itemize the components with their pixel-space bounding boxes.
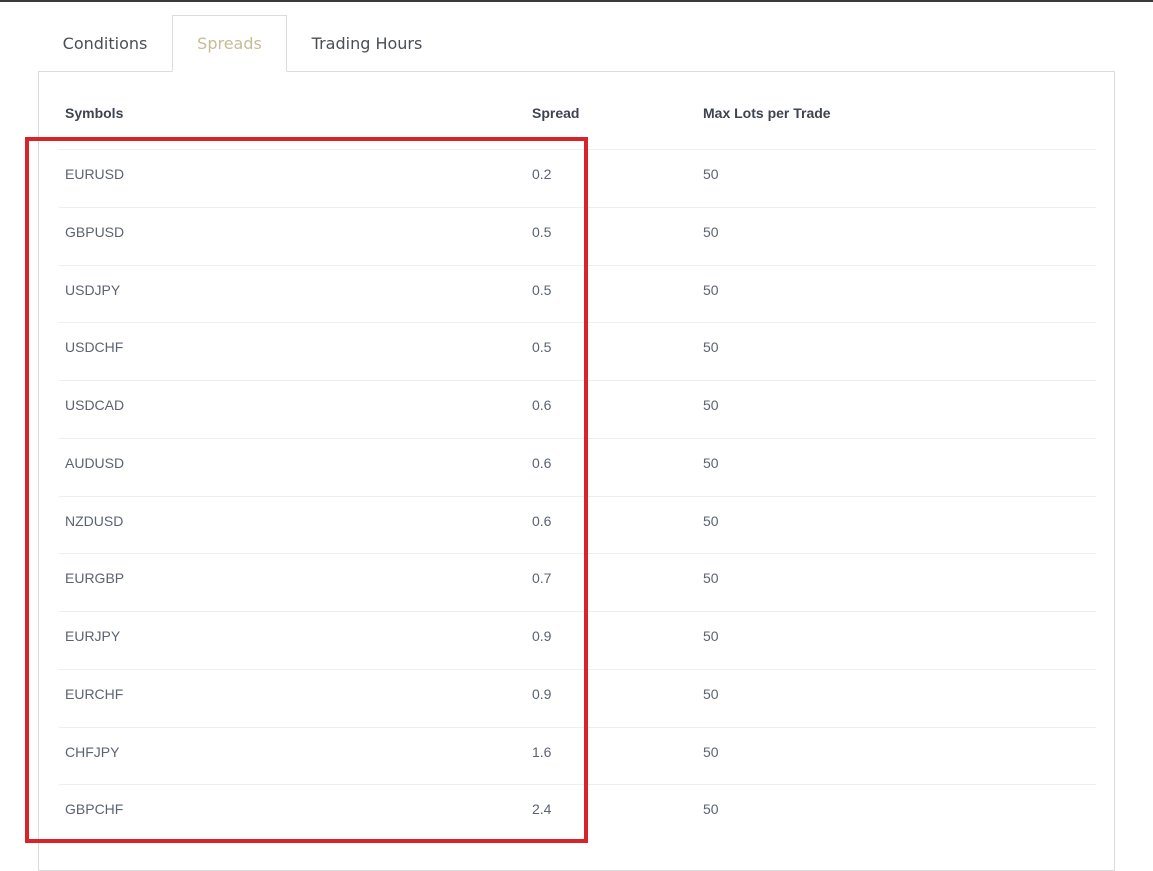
table-row: GBPUSD 0.5 50	[59, 206, 1096, 265]
max-lots-cell: 50	[703, 454, 719, 471]
header-symbols: Symbols	[65, 105, 124, 121]
max-lots-cell: 50	[703, 801, 719, 818]
symbol-cell: AUDUSD	[65, 454, 125, 471]
spread-cell: 0.5	[532, 281, 552, 298]
table-row: GBPCHF 2.4 50	[59, 784, 1096, 842]
max-lots-cell: 50	[703, 281, 719, 298]
symbol-cell: USDCHF	[65, 339, 124, 356]
max-lots-cell: 50	[703, 339, 719, 356]
table-row: AUDUSD 0.6 50	[59, 437, 1096, 496]
max-lots-cell: 50	[703, 628, 719, 644]
tab-trading-hours[interactable]: Trading Hours	[287, 15, 447, 72]
header-spread: Spread	[532, 105, 580, 121]
tab-spreads[interactable]: Spreads	[172, 15, 287, 72]
table-row: EURGBP 0.7 50	[59, 553, 1096, 611]
symbol-cell: EURUSD	[65, 166, 125, 182]
table-row: EURCHF 0.9 50	[59, 668, 1096, 727]
spread-cell: 2.4	[532, 801, 552, 818]
symbol-cell: USDJPY	[65, 281, 121, 298]
max-lots-cell: 50	[703, 512, 719, 529]
max-lots-cell: 50	[703, 743, 719, 760]
symbol-cell: USDCAD	[65, 397, 125, 413]
header-max-lots: Max Lots per Trade	[703, 105, 831, 121]
max-lots-cell: 50	[703, 223, 719, 240]
symbol-cell: EURGBP	[65, 570, 125, 587]
spread-cell: 0.7	[532, 570, 552, 587]
table-row: USDCAD 0.6 50	[59, 380, 1096, 438]
table-row: USDJPY 0.5 50	[59, 264, 1096, 323]
spread-cell: 0.9	[532, 685, 552, 702]
top-border	[0, 0, 1153, 2]
max-lots-cell: 50	[703, 570, 719, 587]
spreads-table-body: EURUSD 0.2 50 GBPUSD 0.5 50 USDJPY 0.5 5…	[59, 149, 1096, 842]
symbol-cell: GBPUSD	[65, 223, 125, 240]
tab-bar: Conditions Spreads Trading Hours	[38, 15, 447, 72]
symbol-cell: GBPCHF	[65, 801, 124, 818]
spread-cell: 0.6	[532, 512, 552, 529]
table-row: EURJPY 0.9 50	[59, 611, 1096, 669]
symbol-cell: NZDUSD	[65, 512, 124, 529]
symbol-cell: CHFJPY	[65, 743, 120, 760]
spread-cell: 0.6	[532, 454, 552, 471]
spread-cell: 0.5	[532, 223, 552, 240]
spread-cell: 0.9	[532, 628, 552, 644]
max-lots-cell: 50	[703, 685, 719, 702]
spread-cell: 1.6	[532, 743, 552, 760]
max-lots-cell: 50	[703, 397, 719, 413]
table-row: USDCHF 0.5 50	[59, 322, 1096, 380]
table-row: EURUSD 0.2 50	[59, 149, 1096, 207]
max-lots-cell: 50	[703, 166, 719, 182]
symbol-cell: EURJPY	[65, 628, 121, 644]
symbol-cell: EURCHF	[65, 685, 124, 702]
table-row: NZDUSD 0.6 50	[59, 495, 1096, 554]
table-row: CHFJPY 1.6 50	[59, 726, 1096, 785]
tab-conditions[interactable]: Conditions	[38, 15, 172, 72]
spread-cell: 0.5	[532, 339, 552, 356]
spread-cell: 0.6	[532, 397, 552, 413]
spread-cell: 0.2	[532, 166, 552, 182]
